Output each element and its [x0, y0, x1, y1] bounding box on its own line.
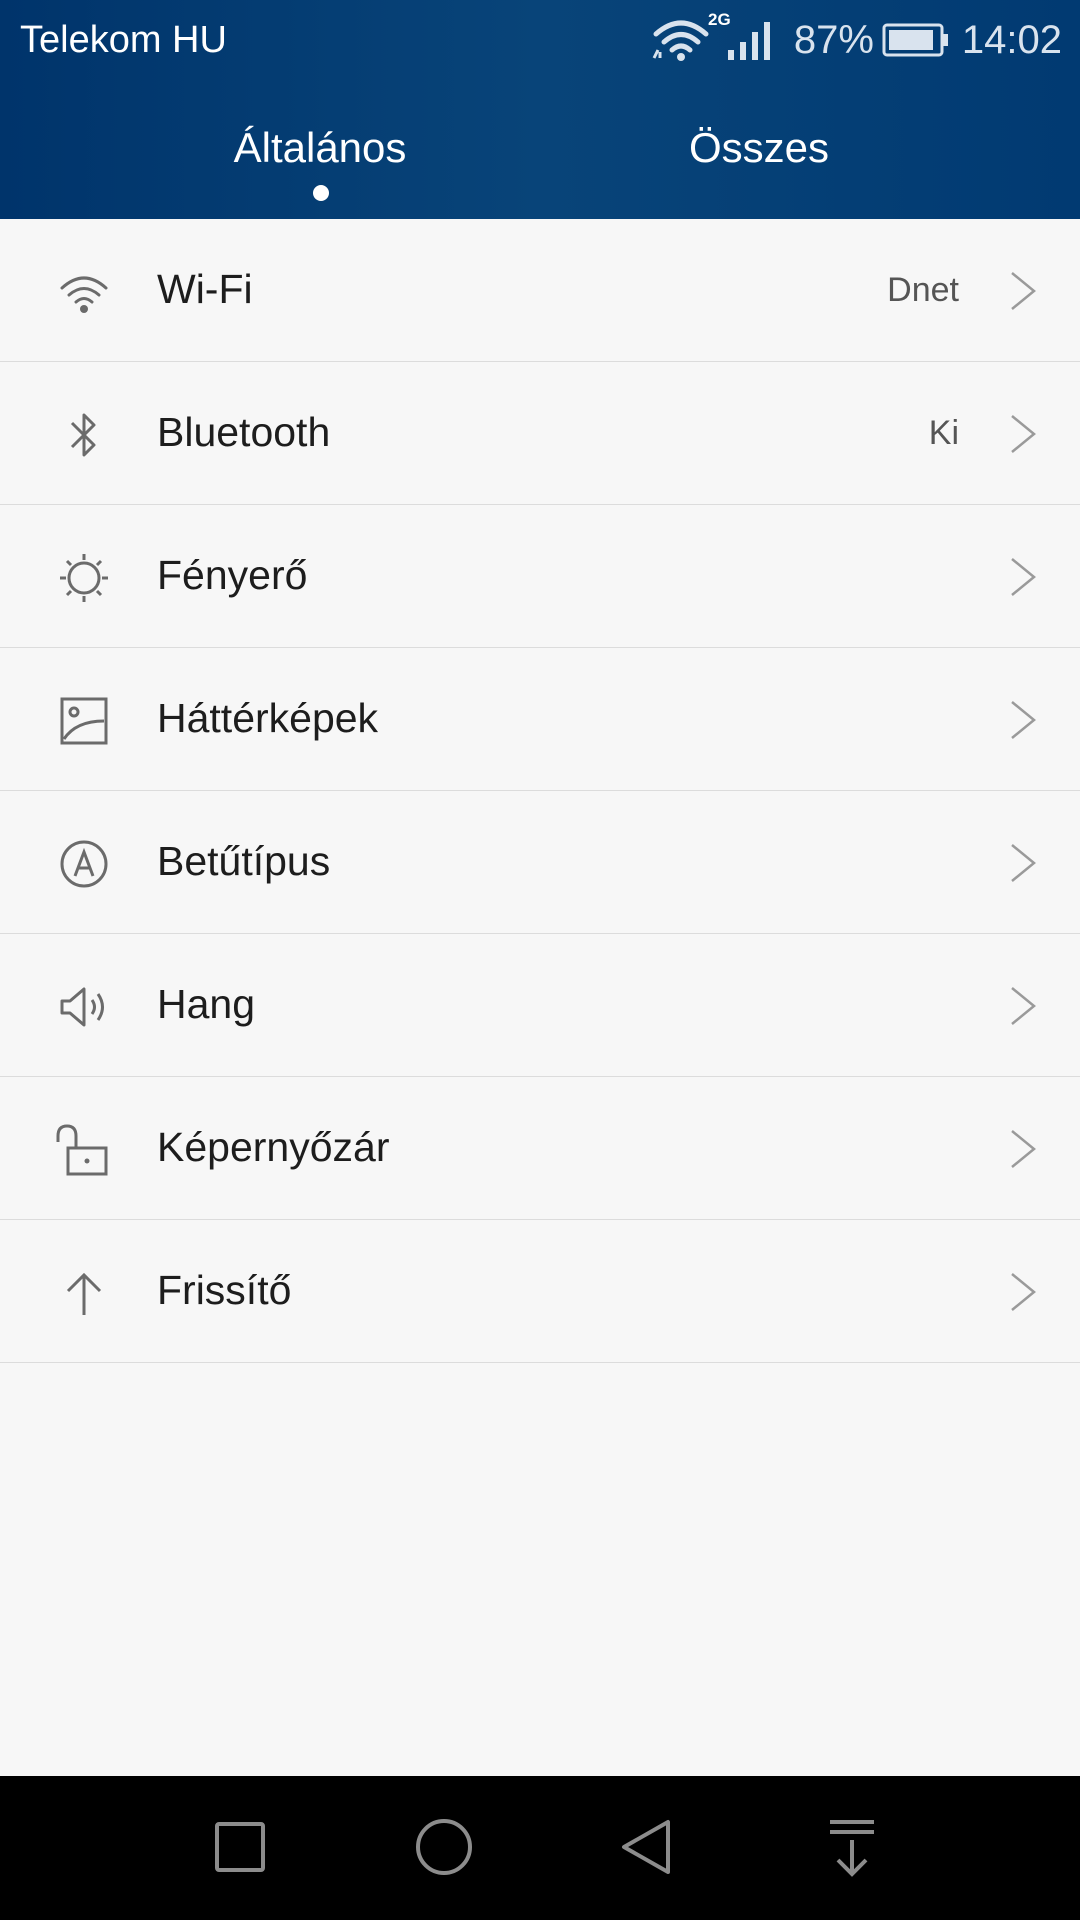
home-icon[interactable]: [394, 1800, 494, 1896]
settings-item-bluetooth[interactable]: Bluetooth Ki: [0, 362, 1080, 505]
battery-icon: [882, 22, 950, 58]
settings-item-label: Bluetooth: [157, 409, 331, 455]
settings-item-font[interactable]: Betűtípus: [0, 791, 1080, 934]
arrow-up-icon: [56, 1265, 112, 1321]
status-bar: Telekom HU 2G 87% 14:02: [0, 0, 1080, 80]
settings-item-sound[interactable]: Hang: [0, 934, 1080, 1077]
settings-item-label: Háttérképek: [157, 695, 379, 741]
settings-item-wallpapers[interactable]: Háttérképek: [0, 648, 1080, 791]
settings-item-label: Képernyőzár: [157, 1124, 390, 1170]
carrier-name: Telekom HU: [20, 19, 227, 61]
settings-item-label: Betűtípus: [157, 838, 331, 884]
settings-item-updater[interactable]: Frissítő: [0, 1220, 1080, 1363]
chevron-right-icon: [1006, 269, 1040, 313]
tab-all[interactable]: Összes: [559, 118, 959, 178]
chevron-right-icon: [1006, 412, 1040, 456]
chevron-right-icon: [1006, 698, 1040, 742]
settings-item-wifi[interactable]: Wi-Fi Dnet: [0, 219, 1080, 362]
wifi-icon: [652, 18, 710, 62]
recents-icon[interactable]: [190, 1800, 290, 1896]
tab-general[interactable]: Általános: [120, 118, 520, 178]
chevron-right-icon: [1006, 555, 1040, 599]
wifi-icon: [56, 264, 112, 320]
settings-item-value: Dnet: [887, 271, 959, 309]
brightness-icon: [56, 550, 112, 606]
settings-item-brightness[interactable]: Fényerő: [0, 505, 1080, 648]
unlock-icon: [56, 1122, 112, 1178]
clock: 14:02: [961, 17, 1062, 62]
settings-item-label: Hang: [157, 981, 256, 1027]
font-icon: [56, 836, 112, 892]
notification-pull-icon[interactable]: [802, 1800, 902, 1896]
tab-bar: Általános Összes: [0, 118, 1080, 218]
settings-item-screen-lock[interactable]: Képernyőzár: [0, 1077, 1080, 1220]
wallpaper-icon: [56, 693, 112, 749]
status-icons: 87% 14:02: [652, 14, 1062, 66]
settings-item-label: Fényerő: [157, 552, 308, 598]
settings-list: Wi-Fi Dnet Bluetooth Ki Fényerő Háttérké…: [0, 219, 1080, 1363]
chevron-right-icon: [1006, 841, 1040, 885]
active-tab-indicator: [313, 185, 329, 201]
navigation-bar: [0, 1776, 1080, 1920]
settings-item-value: Ki: [928, 414, 959, 452]
battery-percent: 87%: [793, 17, 874, 62]
bluetooth-icon: [56, 407, 112, 463]
settings-item-label: Frissítő: [157, 1267, 292, 1313]
speaker-icon: [56, 979, 112, 1035]
chevron-right-icon: [1006, 984, 1040, 1028]
chevron-right-icon: [1006, 1270, 1040, 1314]
settings-item-label: Wi-Fi: [157, 266, 253, 312]
app-header: Telekom HU 2G 87% 14:02 Általános Összes: [0, 0, 1080, 219]
signal-icon: [724, 18, 772, 62]
back-icon[interactable]: [598, 1800, 698, 1896]
chevron-right-icon: [1006, 1127, 1040, 1171]
